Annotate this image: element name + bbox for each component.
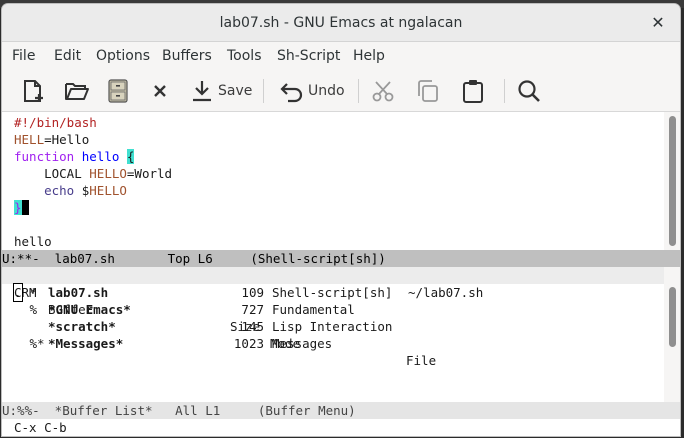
dired-button[interactable] [106,76,130,106]
cut-button[interactable] [370,76,396,106]
toolbar-separator [263,79,264,103]
row-size: 727 [241,302,264,317]
search-icon [518,80,540,102]
buffer-list-row[interactable]: *scratch* 145 Lisp Interaction [2,318,664,335]
undo-label: Undo [308,83,345,99]
row-buffer-name: *GNU Emacs* [48,302,131,317]
close-icon[interactable]: ✕ [648,13,668,33]
buffer-list-scrollbar-thumb[interactable] [669,287,676,347]
buffer-list-scrollbar[interactable] [664,267,680,402]
builtin: echo [44,183,75,198]
code-line[interactable]: function hello { [14,148,135,165]
variable-name: HELLO [89,183,127,198]
row-point-marker: . [13,283,23,302]
buffer-list-row[interactable]: %* *Messages* 1023 Messages [2,335,664,352]
code-line[interactable]: HELL=Hello [14,131,89,148]
row-mode: Lisp Interaction [272,319,393,334]
function-name: hello [81,149,120,164]
row-size: 1023 [233,336,264,351]
row-size: 109 [241,285,264,300]
toolbar: Save Undo [2,70,680,112]
code-text: =World [126,166,173,181]
row-buffer-name: *scratch* [48,319,116,334]
window-title: lab07.sh - GNU Emacs at ngalacan [219,15,463,31]
toolbar-separator [504,79,505,103]
variable-name: HELLO [89,166,127,181]
folder-open-icon [65,83,89,100]
scissors-icon [372,81,394,102]
editor-area[interactable]: #!/bin/bash HELL=Hello function hello { LO… [2,112,664,250]
code-line[interactable]: LOCAL HELLO=World [14,165,172,182]
menu-file[interactable]: File [12,48,35,64]
buffer-list-header: CRM Buffer Size Mode File [2,267,664,368]
editor-scrollbar-thumb[interactable] [669,116,676,246]
code-line[interactable]: echo $HELLO [14,182,127,199]
row-crm-flags: % [22,302,38,317]
row-file: ~/lab07.sh [408,285,484,300]
row-crm-flags: * [22,285,38,300]
menu-bar: File Edit Options Buffers Tools Sh-Scrip… [2,42,680,70]
col-file[interactable]: File [406,352,436,369]
new-file-icon [24,80,43,102]
menu-edit[interactable]: Edit [54,48,81,64]
keyword: function [14,149,75,164]
row-size: 145 [241,319,264,334]
code-line[interactable]: #!/bin/bash [14,114,97,131]
code-line[interactable]: hello [14,233,52,250]
row-buffer-name: *Messages* [48,336,124,351]
variable-name: HELL [14,132,45,147]
buffer-list-row[interactable]: % *GNU Emacs* 727 Fundamental [2,301,664,318]
search-button[interactable] [516,76,542,106]
menu-help[interactable]: Help [353,48,385,64]
paste-button[interactable] [460,76,486,106]
new-file-button[interactable] [20,76,46,106]
mode-line-inactive: U:%%- *Buffer List* All L1 (Buffer Menu) [2,402,680,419]
menu-options[interactable]: Options [96,48,150,64]
emacs-window: lab07.sh - GNU Emacs at ngalacan ✕ File … [2,4,680,436]
menu-sh-script[interactable]: Sh-Script [277,48,340,64]
shebang-comment: #!/bin/bash [14,115,97,130]
code-text: hello [14,234,52,249]
file-cabinet-icon [108,79,128,103]
undo-icon [280,83,303,103]
matching-paren: { [126,149,135,164]
row-crm-flags: %* [22,336,45,351]
minibuffer[interactable]: C-x C-b [2,419,680,436]
code-text: =Hello [44,132,90,147]
row-buffer-name: lab07.sh [48,285,109,300]
row-mode: Messages [272,336,333,351]
save-label: Save [218,83,253,99]
text-cursor [21,200,30,215]
open-file-button[interactable] [63,76,91,106]
save-button[interactable]: Save [190,76,252,106]
toolbar-separator [358,79,359,103]
menu-buffers[interactable]: Buffers [162,48,212,64]
menu-tools[interactable]: Tools [227,48,262,64]
close-buffer-icon [154,85,166,97]
mode-line-active: U:**- lab07.sh Top L6 (Shell-script[sh]) [2,250,680,267]
matching-paren: } [14,200,22,215]
download-save-icon [193,81,211,102]
row-mode: Fundamental [272,302,355,317]
copy-button[interactable] [415,76,441,106]
code-text: LOCAL [14,166,90,181]
undo-button[interactable]: Undo [278,76,345,106]
buffer-list-row[interactable]: . * lab07.sh 109 Shell-script[sh] ~/lab07.sh [2,283,664,302]
title-bar: lab07.sh - GNU Emacs at ngalacan ✕ [2,4,680,42]
close-buffer-button[interactable] [150,76,170,106]
editor-scrollbar[interactable] [664,112,680,250]
code-line[interactable]: } [14,199,30,216]
buffer-list-pane[interactable]: CRM Buffer Size Mode File . * lab07.sh 109… [2,267,664,402]
clipboard-icon [463,80,483,103]
code-text: $ [74,183,90,198]
row-mode: Shell-script[sh] [272,285,393,300]
copy-icon [418,80,438,102]
